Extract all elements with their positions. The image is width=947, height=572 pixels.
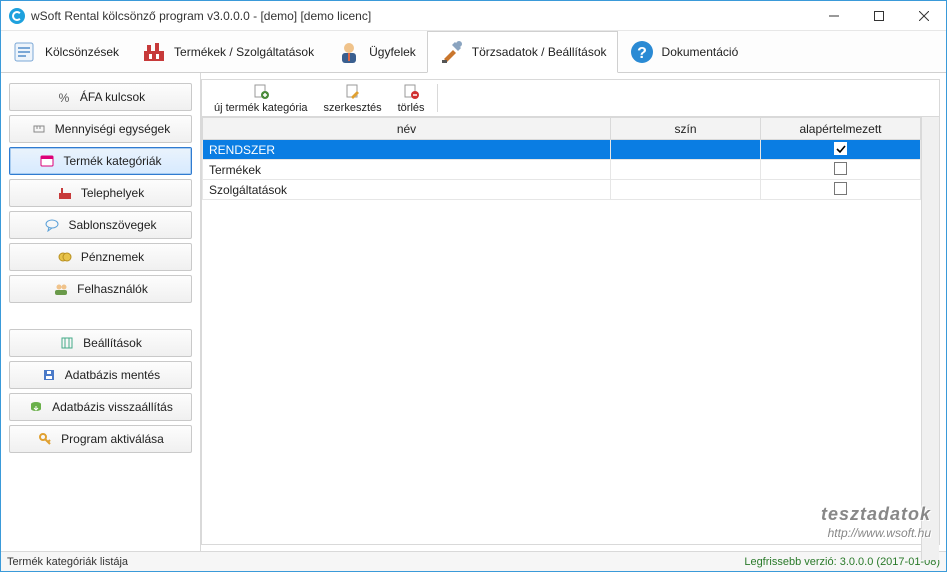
- tab-products-label: Termékek / Szolgáltatások: [174, 45, 314, 59]
- cell-default[interactable]: [761, 180, 921, 200]
- save-icon: [41, 367, 57, 383]
- table-row[interactable]: Termékek: [203, 160, 921, 180]
- minimize-button[interactable]: [811, 1, 856, 30]
- col-default[interactable]: alapértelmezett: [761, 118, 921, 140]
- sidebar-label: ÁFA kulcsok: [80, 90, 145, 104]
- col-color[interactable]: szín: [611, 118, 761, 140]
- tab-masterdata[interactable]: Törzsadatok / Beállítások: [427, 31, 618, 73]
- new-icon: [252, 82, 270, 100]
- restore-icon: [28, 399, 44, 415]
- key-icon: [37, 431, 53, 447]
- percent-icon: %: [56, 89, 72, 105]
- cell-default[interactable]: [761, 160, 921, 180]
- edit-button[interactable]: szerkesztés: [316, 80, 390, 116]
- sidebar-label: Felhasználók: [77, 282, 148, 296]
- sidebar-templates[interactable]: Sablonszövegek: [9, 211, 192, 239]
- money-icon: [57, 249, 73, 265]
- new-label: új termék kategória: [214, 102, 308, 114]
- checkbox-icon[interactable]: [834, 142, 847, 155]
- svg-text:%: %: [58, 91, 69, 104]
- sidebar-label: Adatbázis mentés: [65, 368, 160, 382]
- settings-icon: [59, 335, 75, 351]
- cell-name[interactable]: Termékek: [203, 160, 611, 180]
- cell-color[interactable]: [611, 160, 761, 180]
- speech-icon: [44, 217, 60, 233]
- tab-docs-label: Dokumentáció: [662, 45, 739, 59]
- grid-wrap: név szín alapértelmezett RENDSZERTerméke…: [202, 117, 939, 560]
- delete-icon: [402, 82, 420, 100]
- users-icon: [53, 281, 69, 297]
- sidebar-label: Beállítások: [83, 336, 142, 350]
- edit-label: szerkesztés: [324, 102, 382, 114]
- edit-icon: [344, 82, 362, 100]
- cell-color[interactable]: [611, 140, 761, 160]
- factory-icon: [57, 185, 73, 201]
- sidebar-sites[interactable]: Telephelyek: [9, 179, 192, 207]
- delete-button[interactable]: törlés: [390, 80, 433, 116]
- window-buttons: [811, 1, 946, 30]
- products-icon: [140, 38, 168, 66]
- checkbox-icon[interactable]: [834, 162, 847, 175]
- sidebar-label: Pénznemek: [81, 250, 144, 264]
- maximize-button[interactable]: [856, 1, 901, 30]
- status-left: Termék kategóriák listája: [7, 556, 128, 568]
- sidebar-label: Mennyiségi egységek: [55, 122, 170, 136]
- sidebar-label: Telephelyek: [81, 186, 144, 200]
- ruler-icon: [31, 121, 47, 137]
- content-panel: új termék kategória szerkesztés törlés n…: [201, 79, 940, 545]
- grid-filler: [203, 200, 921, 560]
- categories-grid[interactable]: név szín alapértelmezett RENDSZERTerméke…: [202, 117, 921, 560]
- sidebar-quantity-units[interactable]: Mennyiségi egységek: [9, 115, 192, 143]
- tab-docs[interactable]: ? Dokumentáció: [618, 31, 750, 72]
- content-toolbar: új termék kategória szerkesztés törlés: [202, 80, 939, 117]
- rentals-icon: [11, 38, 39, 66]
- table-row[interactable]: RENDSZER: [203, 140, 921, 160]
- sidebar-currencies[interactable]: Pénznemek: [9, 243, 192, 271]
- sidebar-activate[interactable]: Program aktiválása: [9, 425, 192, 453]
- sidebar: % ÁFA kulcsok Mennyiségi egységek Termék…: [1, 73, 201, 551]
- col-name[interactable]: név: [203, 118, 611, 140]
- tab-masterdata-label: Törzsadatok / Beállítások: [472, 45, 607, 59]
- grid-header-row: név szín alapértelmezett: [203, 118, 921, 140]
- sidebar-label: Sablonszövegek: [68, 218, 156, 232]
- tab-customers-label: Ügyfelek: [369, 45, 416, 59]
- cell-default[interactable]: [761, 140, 921, 160]
- tab-rentals-label: Kölcsönzések: [45, 45, 119, 59]
- delete-label: törlés: [398, 102, 425, 114]
- cell-name[interactable]: Szolgáltatások: [203, 180, 611, 200]
- app-icon: [9, 8, 25, 24]
- sidebar-label: Adatbázis visszaállítás: [52, 400, 173, 414]
- sidebar-label: Termék kategóriák: [63, 154, 161, 168]
- tab-customers[interactable]: Ügyfelek: [325, 31, 427, 72]
- sidebar-label: Program aktiválása: [61, 432, 164, 446]
- cell-color[interactable]: [611, 180, 761, 200]
- tab-rentals[interactable]: Kölcsönzések: [1, 31, 130, 72]
- main-tab-bar: Kölcsönzések Termékek / Szolgáltatások Ü…: [1, 31, 946, 73]
- titlebar: wSoft Rental kölcsönző program v3.0.0.0 …: [1, 1, 946, 31]
- masterdata-icon: [438, 38, 466, 66]
- table-row[interactable]: Szolgáltatások: [203, 180, 921, 200]
- sidebar-db-restore[interactable]: Adatbázis visszaállítás: [9, 393, 192, 421]
- tab-products[interactable]: Termékek / Szolgáltatások: [130, 31, 325, 72]
- category-icon: [39, 153, 55, 169]
- toolbar-divider: [437, 84, 438, 112]
- customers-icon: [335, 38, 363, 66]
- checkbox-icon[interactable]: [834, 182, 847, 195]
- sidebar-db-backup[interactable]: Adatbázis mentés: [9, 361, 192, 389]
- close-button[interactable]: [901, 1, 946, 30]
- grid-scrollbar[interactable]: [921, 117, 939, 560]
- svg-text:?: ?: [637, 45, 647, 62]
- window-title: wSoft Rental kölcsönző program v3.0.0.0 …: [31, 9, 811, 23]
- sidebar-users[interactable]: Felhasználók: [9, 275, 192, 303]
- new-category-button[interactable]: új termék kategória: [206, 80, 316, 116]
- body: % ÁFA kulcsok Mennyiségi egységek Termék…: [1, 73, 946, 551]
- sidebar-gap: [9, 307, 192, 325]
- docs-icon: ?: [628, 38, 656, 66]
- cell-name[interactable]: RENDSZER: [203, 140, 611, 160]
- sidebar-vat-keys[interactable]: % ÁFA kulcsok: [9, 83, 192, 111]
- sidebar-settings[interactable]: Beállítások: [9, 329, 192, 357]
- sidebar-product-categories[interactable]: Termék kategóriák: [9, 147, 192, 175]
